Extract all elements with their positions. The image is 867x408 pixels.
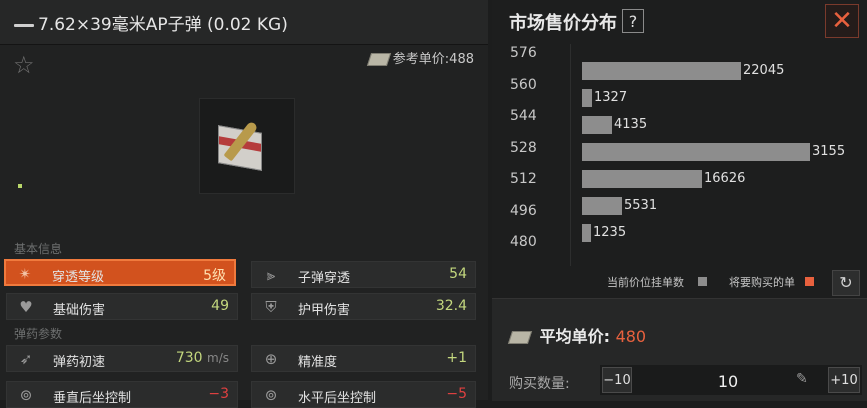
stat-horizontal-recoil[interactable]: ⊚ 水平后坐控制 −5 — [251, 381, 476, 408]
price-tick: 576 — [510, 45, 537, 61]
price-tick: 496 — [510, 202, 537, 219]
stat-accuracy[interactable]: ⊕ 精准度 +1 — [251, 345, 476, 372]
vertical-recoil-icon: ⊚ — [19, 386, 33, 404]
stat-unit: m/s — [207, 351, 229, 365]
price-tick: 512 — [510, 171, 537, 187]
refresh-button[interactable]: ↻ — [832, 270, 860, 296]
favorite-star-icon[interactable]: ☆ — [13, 53, 35, 77]
quantity-stepper: −10 ✎ +10 — [600, 365, 862, 395]
title-bar: 7.62×39毫米AP子弹 (0.02 KG) — [0, 0, 488, 45]
legend-current-orders: 当前价位挂单数 — [607, 276, 684, 289]
money-icon — [507, 331, 533, 344]
chart-legend: 当前价位挂单数 将要购买的单 ↻ — [492, 270, 867, 296]
bar-value-label: 1327 — [594, 90, 628, 105]
purchase-panel: 平均单价: 480 购买数量: −10 ✎ +10 — [492, 298, 867, 401]
armor-damage-icon: ⛨ — [265, 298, 277, 316]
bar-value-label: 1235 — [593, 225, 627, 240]
stat-name: 护甲伤害 — [298, 303, 351, 318]
stat-value: 49 — [211, 298, 229, 314]
decrease-10-button[interactable]: −10 — [602, 367, 632, 393]
money-icon — [366, 53, 391, 66]
stat-value: 5级 — [203, 268, 226, 284]
quantity-label: 购买数量: — [509, 376, 570, 392]
chart-axis-line — [570, 44, 571, 266]
stat-vertical-recoil[interactable]: ⊚ 垂直后坐控制 −3 — [6, 381, 238, 408]
stat-name: 基础伤害 — [53, 303, 106, 318]
average-price-label: 平均单价: — [539, 327, 610, 346]
help-button[interactable]: ? — [622, 9, 644, 33]
reference-price-value: 488 — [449, 52, 474, 67]
close-button[interactable]: ✕ — [825, 4, 859, 38]
pencil-icon: ✎ — [796, 371, 808, 387]
item-image — [199, 98, 295, 194]
legend-orange-swatch — [805, 277, 814, 286]
price-tick: 528 — [510, 139, 537, 156]
stat-base-damage[interactable]: ♥ 基础伤害 49 — [6, 293, 238, 320]
stat-value-number: 730 — [175, 350, 203, 366]
market-panel: 市场售价分布 ? ✕ 576 560 544 528 512 496 480 22045 132… — [492, 0, 867, 401]
stat-name: 子弹穿透 — [298, 271, 351, 286]
item-title: 7.62×39毫米AP子弹 (0.02 KG) — [14, 10, 288, 35]
stat-name: 穿透等级 — [52, 270, 105, 285]
price-bar — [582, 170, 702, 188]
stat-penetration-level[interactable]: ✴ 穿透等级 5级 — [4, 259, 236, 286]
average-price-value: 480 — [615, 327, 647, 346]
average-price: 平均单价: 480 — [507, 323, 647, 347]
bar-value-label: 22045 — [743, 63, 785, 78]
section-ammo-params: 弹药参数 — [14, 327, 63, 341]
stat-name: 垂直后坐控制 — [53, 391, 132, 406]
penetration-icon: ✴ — [18, 265, 32, 283]
item-detail-panel: 7.62×39毫米AP子弹 (0.02 KG) ☆ 参考单价:488 基本信息 … — [0, 0, 488, 408]
price-tick: 480 — [510, 234, 537, 250]
bullet-icon — [14, 23, 34, 27]
bar-value-label: 4135 — [614, 117, 648, 132]
price-bar — [582, 62, 741, 80]
indicator-dot — [18, 184, 22, 188]
stat-value: 730 m/s — [176, 350, 229, 366]
bar-value-label: 5531 — [624, 198, 658, 213]
stat-muzzle-velocity[interactable]: ➶ 弹药初速 730 m/s — [6, 345, 238, 372]
stat-armor-damage[interactable]: ⛨ 护甲伤害 32.4 — [251, 293, 476, 320]
bullet-penetration-icon: ⫸ — [266, 266, 276, 284]
increase-10-button[interactable]: +10 — [828, 367, 860, 393]
stat-bullet-penetration[interactable]: ⫸ 子弹穿透 54 — [251, 261, 476, 288]
broken-heart-icon: ♥ — [19, 298, 33, 316]
price-bar — [582, 89, 592, 107]
stat-value: 32.4 — [435, 298, 467, 314]
item-title-text: 7.62×39毫米AP子弹 (0.02 KG) — [38, 15, 288, 35]
stat-value: +1 — [446, 350, 467, 366]
price-tick: 560 — [510, 76, 537, 93]
price-tick: 544 — [510, 108, 537, 124]
crosshair-icon: ⊕ — [264, 350, 278, 368]
price-bar — [582, 116, 612, 134]
legend-gray-swatch — [698, 277, 707, 286]
refresh-icon: ↻ — [839, 273, 853, 292]
stat-name: 精准度 — [298, 355, 338, 370]
section-basic-info: 基本信息 — [14, 242, 63, 256]
price-bar — [582, 197, 622, 215]
stat-name: 水平后坐控制 — [298, 391, 377, 406]
bullet-speed-icon: ➶ — [19, 350, 33, 368]
horizontal-recoil-icon: ⊚ — [264, 386, 278, 404]
price-bar — [582, 224, 591, 242]
legend-to-buy: 将要购买的单 — [729, 276, 795, 289]
market-title: 市场售价分布 — [509, 13, 617, 34]
price-distribution-chart: 576 560 544 528 512 496 480 22045 1327 4135 3155 16… — [492, 44, 867, 270]
stat-name: 弹药初速 — [53, 355, 106, 370]
reference-price: 参考单价:488 — [366, 48, 474, 67]
bar-value-label: 16626 — [704, 171, 746, 186]
bar-value-label: 3155 — [812, 144, 846, 159]
price-bar — [582, 143, 810, 161]
quantity-input[interactable] — [636, 367, 820, 395]
reference-price-label: 参考单价: — [392, 52, 450, 67]
stat-value: 54 — [449, 266, 467, 282]
